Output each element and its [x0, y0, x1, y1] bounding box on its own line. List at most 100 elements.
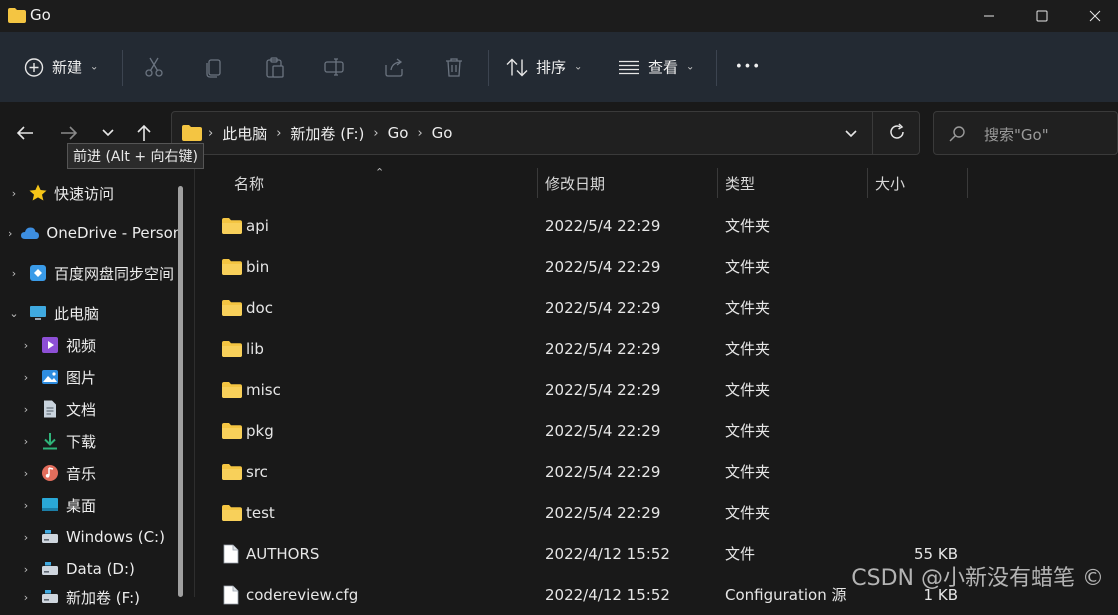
sidebar-item-baidu-netdisk[interactable]: › 百度网盘同步空间 — [0, 257, 180, 289]
file-row[interactable]: bin 2022/5/4 22:29 文件夹 — [195, 246, 1118, 287]
chevron-down-icon[interactable]: ⌄ — [8, 307, 20, 320]
sidebar-item-videos[interactable]: › 视频 — [0, 329, 180, 361]
file-row[interactable]: src 2022/5/4 22:29 文件夹 — [195, 451, 1118, 492]
chevron-right-icon[interactable]: › — [20, 467, 32, 480]
file-modified: 2022/4/12 15:52 — [545, 544, 670, 563]
view-label: 查看 — [648, 58, 679, 77]
file-name: misc — [246, 380, 281, 399]
sidebar-item-this-pc[interactable]: ⌄ 此电脑 — [0, 297, 180, 329]
toolbar-divider — [122, 50, 123, 86]
chevron-right-icon[interactable]: › — [20, 531, 32, 544]
new-button[interactable]: 新建 ⌄ — [24, 57, 98, 78]
close-button[interactable] — [1072, 0, 1118, 32]
sidebar-item-downloads[interactable]: › 下载 — [0, 425, 180, 457]
address-dropdown-button[interactable] — [844, 125, 858, 143]
file-row[interactable]: test 2022/5/4 22:29 文件夹 — [195, 492, 1118, 533]
sidebar-item-documents[interactable]: › 文档 — [0, 393, 180, 425]
sort-icon — [506, 58, 528, 76]
column-separator[interactable] — [717, 168, 718, 198]
sidebar-scrollbar[interactable] — [178, 186, 183, 597]
trash-icon — [446, 58, 462, 77]
refresh-button[interactable] — [888, 123, 906, 145]
chevron-right-icon[interactable]: › — [20, 563, 32, 576]
breadcrumb-go-current[interactable]: Go — [432, 124, 453, 142]
copy-button[interactable] — [203, 56, 225, 78]
drive-icon — [42, 590, 58, 603]
sidebar-item-label: Windows (C:) — [66, 528, 165, 546]
search-box[interactable]: 搜索"Go" — [933, 111, 1118, 155]
file-row[interactable]: lib 2022/5/4 22:29 文件夹 — [195, 328, 1118, 369]
chevron-right-icon[interactable]: › — [8, 267, 20, 280]
chevron-right-icon: › — [208, 125, 214, 141]
column-separator[interactable] — [967, 168, 968, 198]
sidebar-item-pictures[interactable]: › 图片 — [0, 361, 180, 393]
file-row[interactable]: doc 2022/5/4 22:29 文件夹 — [195, 287, 1118, 328]
sidebar-item-music[interactable]: › 音乐 — [0, 457, 180, 489]
new-label: 新建 — [52, 58, 83, 77]
chevron-right-icon[interactable]: › — [20, 403, 32, 416]
chevron-right-icon[interactable]: › — [8, 187, 20, 200]
chevron-right-icon[interactable]: › — [20, 435, 32, 448]
chevron-right-icon: › — [373, 125, 379, 141]
chevron-right-icon[interactable]: › — [20, 499, 32, 512]
rename-icon — [324, 58, 344, 76]
sidebar-item-drive-c[interactable]: › Windows (C:) — [0, 521, 180, 553]
address-bar[interactable]: › 此电脑 › 新加卷 (F:) › Go › Go — [171, 111, 920, 155]
file-row[interactable]: pkg 2022/5/4 22:29 文件夹 — [195, 410, 1118, 451]
share-button[interactable] — [383, 56, 405, 78]
chevron-right-icon[interactable]: › — [20, 339, 32, 352]
sidebar-item-label: 桌面 — [66, 496, 97, 515]
file-name: api — [246, 216, 269, 235]
share-icon — [385, 58, 403, 77]
file-modified: 2022/4/12 15:52 — [545, 585, 670, 604]
file-modified: 2022/5/4 22:29 — [545, 216, 661, 235]
maximize-button[interactable] — [1019, 0, 1065, 32]
breadcrumb-this-pc[interactable]: 此电脑 — [222, 123, 267, 144]
file-size — [875, 287, 958, 328]
documents-icon — [44, 400, 56, 418]
sidebar-item-quick-access[interactable]: › 快速访问 — [0, 177, 180, 209]
file-modified: 2022/5/4 22:29 — [545, 257, 661, 276]
search-icon — [949, 126, 965, 142]
sidebar-item-onedrive[interactable]: › OneDrive - Personal — [0, 217, 180, 249]
file-type: 文件夹 — [725, 381, 771, 399]
video-icon — [42, 337, 58, 353]
rename-button[interactable] — [323, 56, 345, 78]
column-header-modified[interactable]: 修改日期 — [545, 168, 605, 198]
delete-button[interactable] — [443, 56, 465, 78]
file-modified: 2022/5/4 22:29 — [545, 503, 661, 522]
column-separator[interactable] — [867, 168, 868, 198]
pictures-icon — [42, 370, 58, 384]
paste-button[interactable] — [263, 56, 285, 78]
chevron-right-icon[interactable]: › — [20, 371, 32, 384]
file-row[interactable]: misc 2022/5/4 22:29 文件夹 — [195, 369, 1118, 410]
column-header-type[interactable]: 类型 — [725, 168, 755, 198]
breadcrumb-drive-f[interactable]: 新加卷 (F:) — [290, 123, 364, 144]
column-separator[interactable] — [537, 168, 538, 198]
back-button[interactable] — [9, 117, 41, 149]
chevron-right-icon[interactable]: › — [20, 591, 32, 604]
sidebar-item-desktop[interactable]: › 桌面 — [0, 489, 180, 521]
folder-icon — [182, 125, 202, 141]
arrow-up-icon — [137, 124, 151, 141]
arrow-left-icon — [16, 126, 33, 140]
chevron-right-icon: › — [276, 125, 282, 141]
baidu-icon — [30, 265, 46, 281]
breadcrumb: › 此电脑 › 新加卷 (F:) › Go › Go — [208, 112, 452, 154]
desktop-icon — [42, 498, 58, 511]
file-name: lib — [246, 339, 264, 358]
column-header-name[interactable]: 名称 — [234, 168, 264, 198]
sidebar-item-label: 视频 — [66, 336, 97, 355]
more-options-button[interactable]: ••• — [735, 60, 761, 75]
chevron-right-icon[interactable]: › — [8, 227, 12, 240]
sidebar-item-drive-f[interactable]: › 新加卷 (F:) — [0, 581, 180, 613]
breadcrumb-go[interactable]: Go — [388, 124, 409, 142]
view-button[interactable]: 查看 ⌄ — [618, 57, 694, 78]
column-header-size[interactable]: 大小 — [875, 168, 905, 198]
folder-icon — [222, 217, 242, 234]
refresh-icon — [890, 123, 904, 139]
file-row[interactable]: api 2022/5/4 22:29 文件夹 — [195, 205, 1118, 246]
minimize-button[interactable] — [966, 0, 1012, 32]
cut-button[interactable] — [143, 56, 165, 78]
sort-button[interactable]: 排序 ⌄ — [506, 57, 582, 78]
